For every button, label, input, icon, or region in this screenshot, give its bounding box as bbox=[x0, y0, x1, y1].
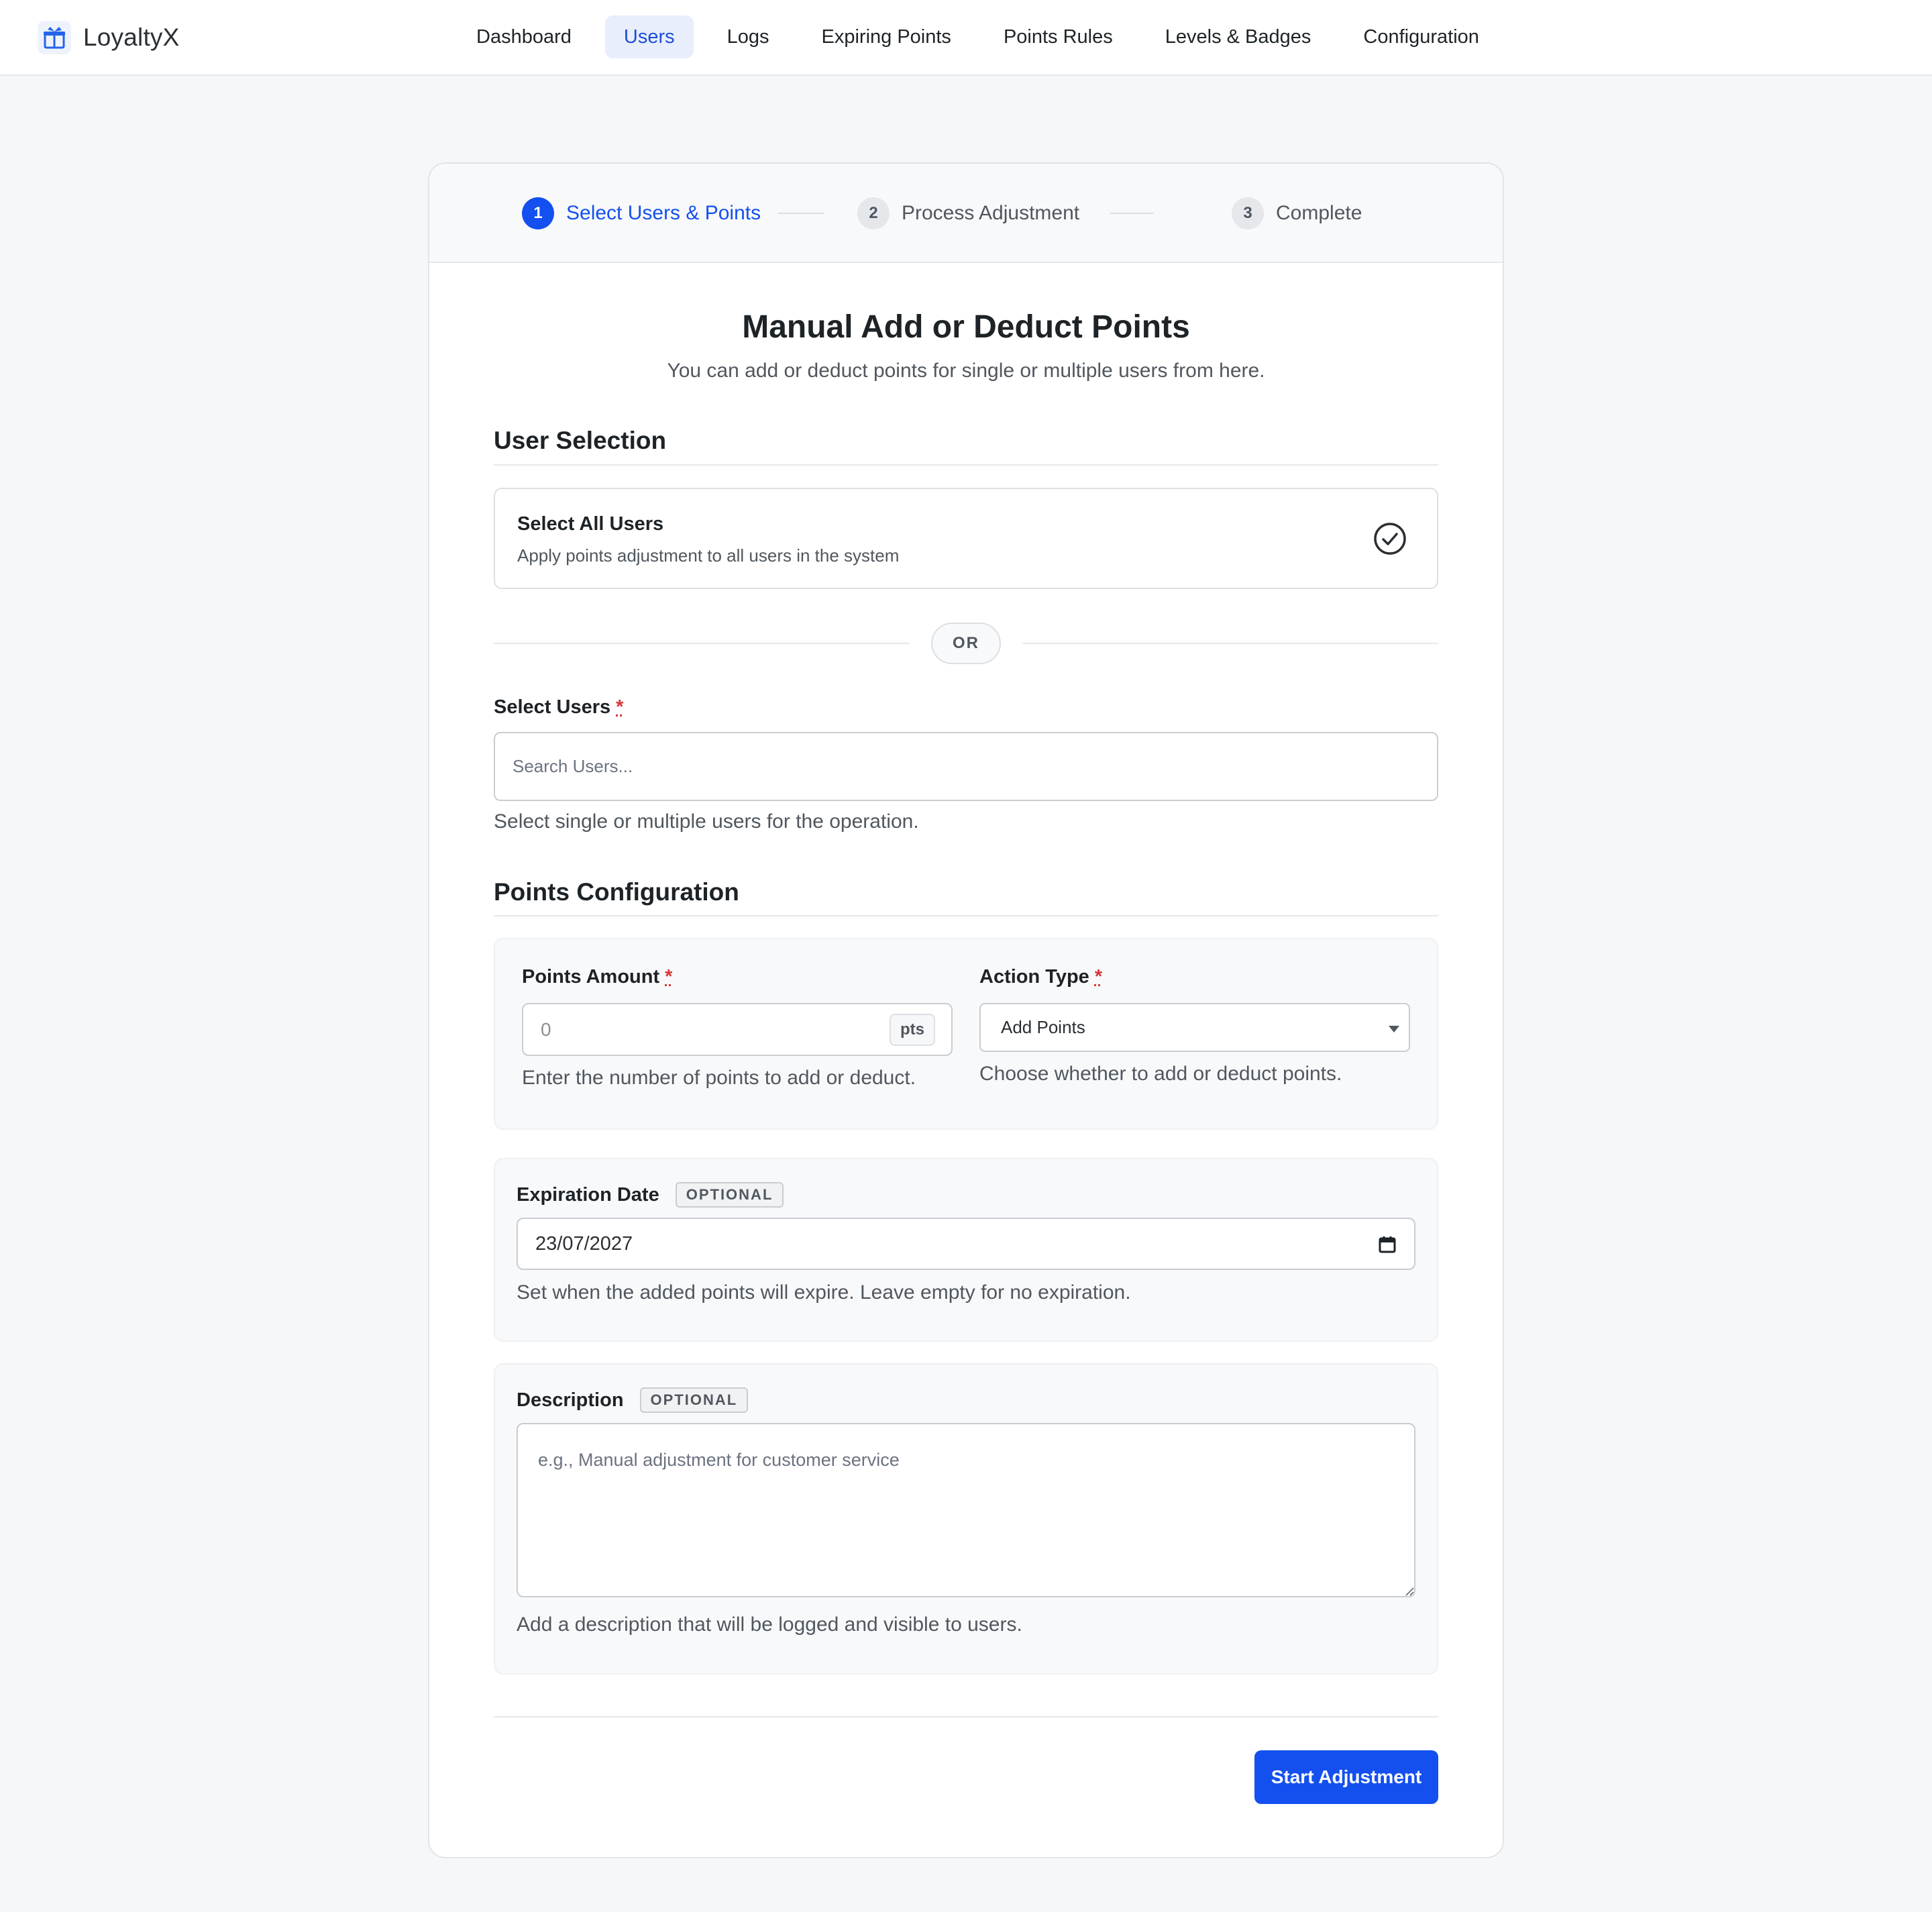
step-number: 3 bbox=[1232, 197, 1264, 229]
nav-item-dashboard[interactable]: Dashboard bbox=[458, 15, 590, 58]
expiration-help: Set when the added points will expire. L… bbox=[517, 1281, 1131, 1304]
required-marker: * bbox=[665, 966, 673, 988]
description-textarea[interactable] bbox=[517, 1423, 1415, 1597]
nav-item-configuration[interactable]: Configuration bbox=[1344, 15, 1498, 58]
top-bar: LoyaltyX Dashboard Users Logs Expiring P… bbox=[0, 0, 1932, 76]
step-connector bbox=[778, 213, 824, 214]
step-label: Select Users & Points bbox=[566, 202, 761, 224]
nav-item-users[interactable]: Users bbox=[604, 15, 694, 58]
action-type-help: Choose whether to add or deduct points. bbox=[979, 1063, 1342, 1085]
main-nav: Dashboard Users Logs Expiring Points Poi… bbox=[458, 15, 1498, 59]
required-marker: * bbox=[1094, 966, 1103, 988]
nav-item-points-rules[interactable]: Points Rules bbox=[985, 15, 1132, 58]
description-help: Add a description that will be logged an… bbox=[517, 1613, 1022, 1636]
action-type-label: Action Type * bbox=[979, 966, 1103, 988]
section-divider bbox=[494, 464, 1438, 466]
stepper: 1 Select Users & Points 2 Process Adjust… bbox=[429, 164, 1503, 263]
page-subtitle: You can add or deduct points for single … bbox=[667, 360, 1265, 382]
points-amount-input[interactable] bbox=[523, 1004, 899, 1055]
user-search-input[interactable] bbox=[494, 732, 1438, 801]
step-1: 1 Select Users & Points bbox=[522, 197, 761, 229]
step-connector bbox=[1110, 213, 1154, 214]
optional-tag: OPTIONAL bbox=[639, 1387, 749, 1413]
section-divider bbox=[494, 915, 1438, 916]
required-marker: * bbox=[616, 696, 624, 718]
start-adjustment-button[interactable]: Start Adjustment bbox=[1254, 1750, 1438, 1804]
optional-tag: OPTIONAL bbox=[675, 1182, 784, 1208]
nav-item-levels-badges[interactable]: Levels & Badges bbox=[1146, 15, 1330, 58]
expiration-date-input[interactable]: 23/07/2027 bbox=[517, 1218, 1415, 1270]
select-all-description: Apply points adjustment to all users in … bbox=[517, 545, 900, 566]
step-label: Process Adjustment bbox=[902, 202, 1080, 224]
or-divider-right bbox=[1022, 643, 1438, 644]
step-number: 1 bbox=[522, 197, 554, 229]
resize-handle-icon[interactable] bbox=[1403, 1585, 1414, 1596]
nav-item-expiring-points[interactable]: Expiring Points bbox=[803, 15, 970, 58]
brand[interactable]: LoyaltyX bbox=[38, 20, 180, 55]
gift-icon bbox=[38, 21, 71, 54]
section-title-points-configuration: Points Configuration bbox=[494, 878, 739, 906]
select-users-label: Select Users * bbox=[494, 696, 624, 718]
step-label: Complete bbox=[1276, 202, 1362, 224]
expiration-date-label: Expiration Date OPTIONAL bbox=[517, 1182, 784, 1208]
action-type-value: Add Points bbox=[1001, 1017, 1085, 1037]
step-2: 2 Process Adjustment bbox=[857, 197, 1079, 229]
description-label: Description OPTIONAL bbox=[517, 1387, 749, 1413]
points-amount-field: pts bbox=[522, 1003, 953, 1056]
check-circle-icon bbox=[1374, 523, 1406, 555]
step-number: 2 bbox=[857, 197, 890, 229]
action-type-select[interactable]: Add Points bbox=[979, 1003, 1410, 1052]
select-users-help: Select single or multiple users for the … bbox=[494, 810, 919, 833]
page-title: Manual Add or Deduct Points bbox=[742, 309, 1190, 345]
or-divider-left bbox=[494, 643, 910, 644]
nav-item-logs[interactable]: Logs bbox=[708, 15, 788, 58]
points-amount-label: Points Amount * bbox=[522, 966, 673, 988]
or-separator: OR bbox=[931, 623, 1001, 664]
section-title-user-selection: User Selection bbox=[494, 427, 667, 454]
expiration-date-value: 23/07/2027 bbox=[535, 1232, 633, 1255]
points-amount-help: Enter the number of points to add or ded… bbox=[522, 1067, 916, 1089]
points-unit-badge: pts bbox=[890, 1014, 935, 1046]
select-all-title: Select All Users bbox=[517, 513, 664, 535]
brand-name: LoyaltyX bbox=[83, 23, 180, 51]
select-all-users-option[interactable]: Select All Users Apply points adjustment… bbox=[494, 488, 1438, 589]
caret-down-icon bbox=[1389, 1026, 1399, 1032]
footer-divider bbox=[494, 1716, 1438, 1717]
calendar-icon[interactable] bbox=[1378, 1235, 1397, 1254]
step-3: 3 Complete bbox=[1232, 197, 1362, 229]
